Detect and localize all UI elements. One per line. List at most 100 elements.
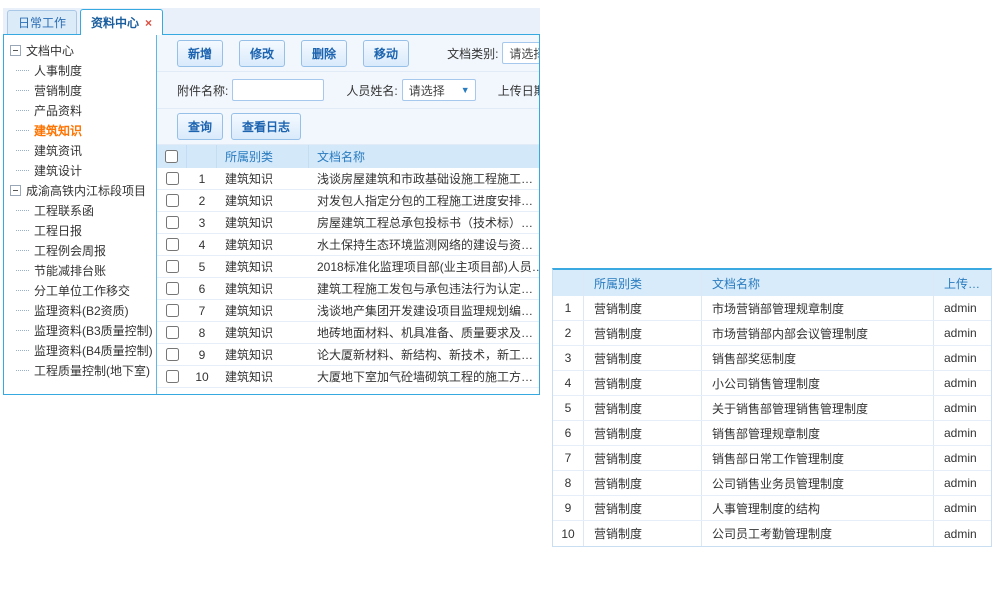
row-name: 公司销售业务员管理制度 xyxy=(701,471,933,495)
doc-category-select[interactable]: 请选择 ▼ xyxy=(502,42,539,64)
view-log-button[interactable]: 查看日志 xyxy=(231,113,301,140)
row-category: 营销制度 xyxy=(583,296,701,320)
tree-item-label: 工程质量控制(地下室) xyxy=(34,362,150,379)
table-row[interactable]: 9 建筑知识 论大厦新材料、新结构、新技术，新工… xyxy=(157,344,539,366)
row-number: 7 xyxy=(553,451,583,465)
row-checkbox[interactable] xyxy=(166,172,179,185)
row-number: 9 xyxy=(187,348,217,362)
tree-item[interactable]: 工程日报 xyxy=(4,220,156,240)
table-row[interactable]: 1 建筑知识 浅谈房屋建筑和市政基础设施工程施工… xyxy=(157,168,539,190)
row-check-cell xyxy=(157,194,187,207)
row-checkbox[interactable] xyxy=(166,370,179,383)
select-all-checkbox[interactable] xyxy=(165,150,178,163)
tree-item[interactable]: 工程质量控制(地下室) xyxy=(4,360,156,380)
table-row[interactable]: 3 营销制度 销售部奖惩制度 admin xyxy=(553,346,991,371)
tab-daily-work[interactable]: 日常工作 xyxy=(7,10,77,34)
uploader-column-header: 上传… xyxy=(933,270,991,296)
tree-root-label: 成渝高铁内江标段项目 xyxy=(26,182,146,199)
row-uploader: admin xyxy=(933,371,991,395)
table-row[interactable]: 4 建筑知识 水土保持生态环境监测网络的建设与资… xyxy=(157,234,539,256)
table-row[interactable]: 6 建筑知识 建筑工程施工发包与承包违法行为认定… xyxy=(157,278,539,300)
tree-item[interactable]: 分工单位工作移交 xyxy=(4,280,156,300)
table-row[interactable]: 4 营销制度 小公司销售管理制度 admin xyxy=(553,371,991,396)
tree-item-label: 监理资料(B4质量控制) xyxy=(34,342,153,359)
collapse-icon[interactable] xyxy=(10,45,21,56)
tree-item-label: 人事制度 xyxy=(34,62,82,79)
toolbar-button[interactable]: 修改 xyxy=(239,40,285,67)
row-number: 7 xyxy=(187,304,217,318)
tree-item[interactable]: 监理资料(B4质量控制) xyxy=(4,340,156,360)
row-category: 营销制度 xyxy=(583,446,701,470)
tree-root-label: 文档中心 xyxy=(26,42,74,59)
tree-item[interactable]: 产品资料 xyxy=(4,100,156,120)
attachment-input[interactable] xyxy=(232,79,324,101)
tree-item-label: 监理资料(B2资质) xyxy=(34,302,129,319)
table-row[interactable]: 2 营销制度 市场营销部内部会议管理制度 admin xyxy=(553,321,991,346)
table-row[interactable]: 3 建筑知识 房屋建筑工程总承包投标书（技术标）… xyxy=(157,212,539,234)
table-row[interactable]: 8 建筑知识 地砖地面材料、机具准备、质量要求及… xyxy=(157,322,539,344)
tree-item[interactable]: 建筑设计 xyxy=(4,160,156,180)
close-tab-icon[interactable]: × xyxy=(145,17,152,29)
toolbar-button[interactable]: 移动 xyxy=(363,40,409,67)
tree-item[interactable]: 建筑知识 xyxy=(4,120,156,140)
tree-item[interactable]: 节能减排台账 xyxy=(4,260,156,280)
row-name: 浅谈房屋建筑和市政基础设施工程施工… xyxy=(309,170,539,187)
toolbar-button[interactable]: 新增 xyxy=(177,40,223,67)
row-uploader: admin xyxy=(933,446,991,470)
attachment-label: 附件名称: xyxy=(177,82,228,99)
collapse-icon[interactable] xyxy=(10,185,21,196)
table-row[interactable]: 1 营销制度 市场营销部管理规章制度 admin xyxy=(553,296,991,321)
row-check-cell xyxy=(157,238,187,251)
row-checkbox[interactable] xyxy=(166,194,179,207)
row-number: 4 xyxy=(553,376,583,390)
row-check-cell xyxy=(157,260,187,273)
toolbar-row: 新增修改删除移动 文档类别: 请选择 ▼ 文档名称: xyxy=(157,35,539,72)
row-checkbox[interactable] xyxy=(166,326,179,339)
table-row[interactable]: 7 营销制度 销售部日常工作管理制度 admin xyxy=(553,446,991,471)
table-row[interactable]: 10 建筑知识 大厦地下室加气砼墙砌筑工程的施工方… xyxy=(157,366,539,388)
table-row[interactable]: 5 营销制度 关于销售部管理销售管理制度 admin xyxy=(553,396,991,421)
row-checkbox[interactable] xyxy=(166,348,179,361)
row-check-cell xyxy=(157,348,187,361)
table-row[interactable]: 8 营销制度 公司销售业务员管理制度 admin xyxy=(553,471,991,496)
row-check-cell xyxy=(157,282,187,295)
tree-root[interactable]: 成渝高铁内江标段项目 xyxy=(4,180,156,200)
tree-item[interactable]: 工程联系函 xyxy=(4,200,156,220)
toolbar-button[interactable]: 删除 xyxy=(301,40,347,67)
row-uploader: admin xyxy=(933,496,991,520)
table-row[interactable]: 10 营销制度 公司员工考勤管理制度 admin xyxy=(553,521,991,546)
row-checkbox[interactable] xyxy=(166,260,179,273)
tree-item-label: 工程例会周报 xyxy=(34,242,106,259)
row-checkbox[interactable] xyxy=(166,238,179,251)
tree-root[interactable]: 文档中心 xyxy=(4,40,156,60)
tree-item[interactable]: 建筑资讯 xyxy=(4,140,156,160)
row-category: 营销制度 xyxy=(583,346,701,370)
tree-item[interactable]: 监理资料(B3质量控制) xyxy=(4,320,156,340)
row-number: 1 xyxy=(553,301,583,315)
tree-item[interactable]: 工程例会周报 xyxy=(4,240,156,260)
row-checkbox[interactable] xyxy=(166,304,179,317)
tab-label: 资料中心 xyxy=(91,14,139,31)
table-row[interactable]: 7 建筑知识 浅谈地产集团开发建设项目监理规划编… xyxy=(157,300,539,322)
table-row[interactable]: 5 建筑知识 2018标准化监理项目部(业主项目部)人员… xyxy=(157,256,539,278)
content-area: 新增修改删除移动 文档类别: 请选择 ▼ 文档名称: 附件名称: 人员姓名: xyxy=(157,35,539,394)
row-uploader: admin xyxy=(933,521,991,546)
tab-data-center[interactable]: 资料中心 × xyxy=(80,9,163,35)
row-checkbox[interactable] xyxy=(166,216,179,229)
person-select[interactable]: 请选择 ▼ xyxy=(402,79,476,101)
marketing-table-header: 所属别类 文档名称 上传… xyxy=(553,270,991,296)
table-row[interactable]: 6 营销制度 销售部管理规章制度 admin xyxy=(553,421,991,446)
table-row[interactable]: 9 营销制度 人事管理制度的结构 admin xyxy=(553,496,991,521)
row-category: 建筑知识 xyxy=(217,324,309,341)
tree-item[interactable]: 人事制度 xyxy=(4,60,156,80)
tree-item[interactable]: 监理资料(B2资质) xyxy=(4,300,156,320)
table-row[interactable]: 2 建筑知识 对发包人指定分包的工程施工进度安排… xyxy=(157,190,539,212)
filter-panel: 新增修改删除移动 文档类别: 请选择 ▼ 文档名称: 附件名称: 人员姓名: xyxy=(157,35,539,145)
tree-item-label: 节能减排台账 xyxy=(34,262,106,279)
row-name: 销售部日常工作管理制度 xyxy=(701,446,933,470)
tree-item[interactable]: 营销制度 xyxy=(4,80,156,100)
row-number: 10 xyxy=(553,527,583,541)
row-checkbox[interactable] xyxy=(166,282,179,295)
row-uploader: admin xyxy=(933,421,991,445)
query-button[interactable]: 查询 xyxy=(177,113,223,140)
